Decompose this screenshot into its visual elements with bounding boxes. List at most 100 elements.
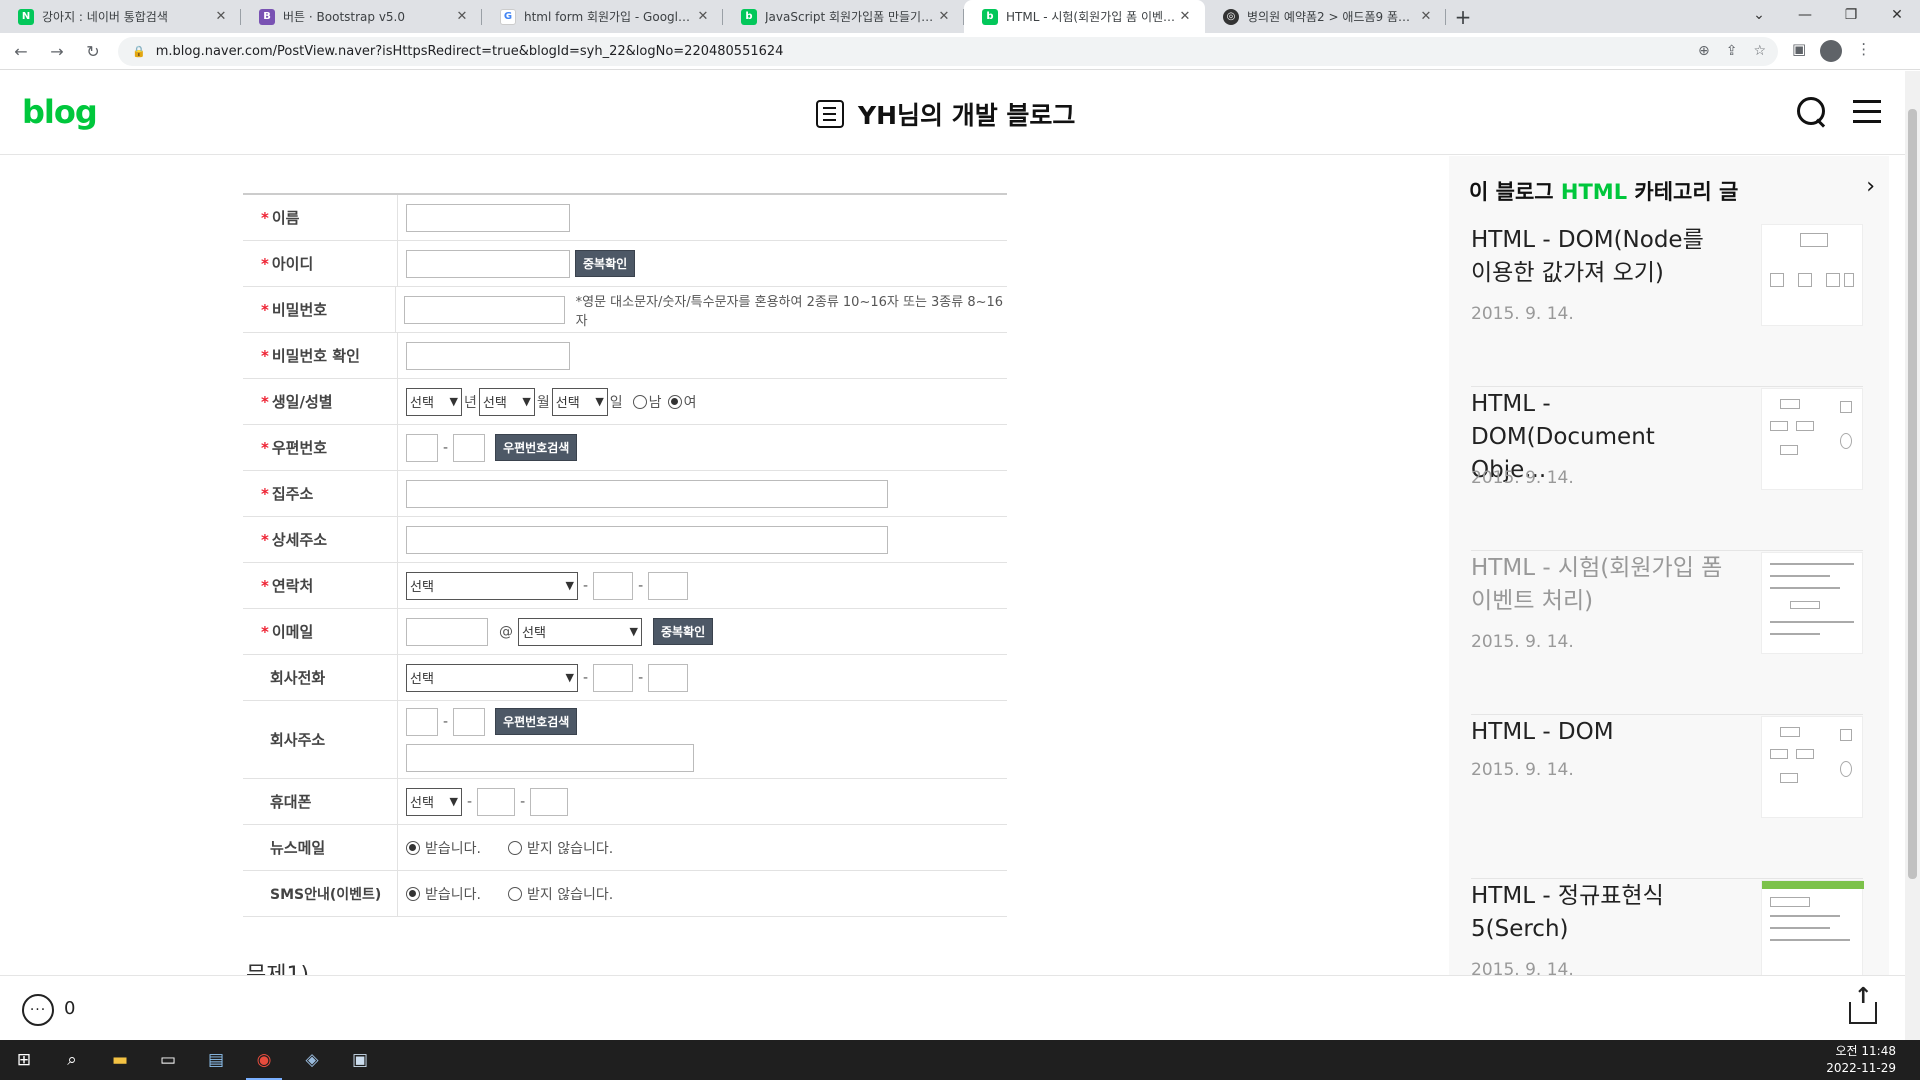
share-page-icon[interactable]: ⇪ [1726,43,1738,59]
url-text[interactable]: m.blog.naver.com/PostView.naver?isHttpsR… [156,44,784,59]
sidebar-post-item[interactable]: HTML - DOM(Document Obje... 2015. 9. 14. [1471,388,1863,551]
company-phone-last-input[interactable] [648,663,689,692]
company-phone-prefix-select[interactable]: 선택 ▼ [406,663,578,692]
close-tab-icon[interactable]: ✕ [213,9,229,24]
address-input[interactable] [406,479,888,508]
post-title[interactable]: HTML - 정규표현식 5(Serch) [1471,880,1731,946]
post-thumbnail[interactable] [1761,224,1863,326]
minimize-button[interactable]: — [1782,0,1828,30]
post-thumbnail[interactable] [1761,552,1863,654]
select-value: 선택 [555,396,580,411]
birth-day-select[interactable]: 선택 ▼ [551,387,608,416]
post-title[interactable]: HTML - DOM(Node를 이용한 값가져 오기) [1471,224,1731,290]
tab-search-icon[interactable]: ⌄ [1736,0,1782,30]
close-tab-icon[interactable]: ✕ [454,9,470,24]
sms-yes-radio[interactable] [406,886,420,901]
close-window-button[interactable]: ✕ [1874,0,1920,30]
gender-female-radio[interactable] [667,394,682,409]
comment-icon[interactable]: ··· [22,994,54,1026]
browser-tab[interactable]: b JavaScript 회원가입폼 만들기 실습 ✕ [723,0,964,33]
post-title[interactable]: HTML - DOM [1471,716,1731,749]
windows-start-icon[interactable]: ⊞ [0,1040,48,1080]
share-icon[interactable] [1847,984,1877,1024]
browser-tab-active[interactable]: b HTML - 시험(회원가입 폼 이벤트 처리)✕ [964,0,1205,33]
birth-year-select[interactable]: 선택 ▼ [406,387,462,416]
lock-icon[interactable]: 🔒 [132,45,146,58]
sms-no-radio[interactable] [507,886,522,901]
close-tab-icon[interactable]: ✕ [936,9,952,24]
sidebar-heading[interactable]: 이 블로그 HTML 카테고리 글 [1469,176,1738,206]
newsletter-yes-radio[interactable] [406,840,420,855]
close-tab-icon[interactable]: ✕ [1418,9,1434,24]
sidebar-post-item[interactable]: HTML - DOM(Node를 이용한 값가져 오기) 2015. 9. 14… [1471,224,1863,387]
close-tab-icon[interactable]: ✕ [1177,9,1193,24]
forward-icon[interactable]: → [42,42,72,61]
address-detail-input[interactable] [406,525,888,554]
browser-tab[interactable]: B 버튼 · Bootstrap v5.0 ✕ [241,0,482,33]
name-input[interactable] [406,203,570,232]
contact-prefix-select[interactable]: 선택 ▼ [406,571,578,600]
company-zip-input-1[interactable] [406,707,438,736]
contact-mid-input[interactable] [593,571,634,600]
mobile-last-input[interactable] [530,787,569,816]
app-icon[interactable]: ◈ [288,1040,336,1080]
browser-tab[interactable]: N 강아지 : 네이버 통합검색 ✕ [0,0,241,33]
zip-input-2[interactable] [453,433,486,462]
company-address-input[interactable] [406,743,694,772]
post-thumbnail[interactable] [1761,716,1863,818]
password-input[interactable] [403,295,565,324]
close-tab-icon[interactable]: ✕ [695,9,711,24]
email-dup-check-button[interactable]: 중복확인 [653,618,714,645]
terminal-icon[interactable]: ▭ [144,1040,192,1080]
more-menu-icon[interactable]: ⋮ [1856,40,1871,62]
password-confirm-input[interactable] [406,341,570,370]
id-dup-check-button[interactable]: 중복확인 [575,250,636,277]
birth-month-select[interactable]: 선택 ▼ [478,387,535,416]
windows-taskbar: ⊞ ⌕ ▬ ▭ ▤ ◉ ◈ ▣ 오전 11:48 2022-11-29 [0,1040,1920,1080]
system-clock[interactable]: 오전 11:48 2022-11-29 [1826,1043,1920,1077]
profile-avatar[interactable] [1820,40,1843,62]
search-icon[interactable] [1795,95,1827,127]
browser-tab[interactable]: ◎ 병의원 예약폼2 > 애드폼9 폼서비스 ✕ [1205,0,1446,33]
select-value: 선택 [410,796,434,811]
back-icon[interactable]: ← [6,42,36,61]
email-id-input[interactable] [406,617,488,646]
chrome-icon[interactable]: ◉ [240,1040,288,1080]
contact-last-input[interactable] [648,571,689,600]
zip-search-button[interactable]: 우편번호검색 [495,434,578,461]
zip-input-1[interactable] [406,433,438,462]
app-icon[interactable]: ▣ [336,1040,384,1080]
company-zip-input-2[interactable] [453,707,486,736]
blog-logo[interactable]: blog [22,93,98,131]
email-domain-select[interactable]: 선택 ▼ [518,617,642,646]
company-phone-mid-input[interactable] [593,663,634,692]
notepad-icon[interactable]: ▤ [192,1040,240,1080]
side-panel-icon[interactable]: ▣ [1792,40,1806,62]
reload-icon[interactable]: ↻ [78,42,108,61]
id-input[interactable] [406,249,570,278]
hamburger-menu-icon[interactable] [1853,95,1883,125]
browser-tab[interactable]: Ghtml form 회원가입 - Google 검색 ✕ [482,0,723,33]
page-scrollbar[interactable] [1905,71,1920,1041]
post-thumbnail[interactable] [1761,388,1863,490]
scrollbar-thumb[interactable] [1908,109,1917,879]
sidebar-post-item[interactable]: HTML - DOM 2015. 9. 14. [1471,716,1863,879]
zoom-icon[interactable]: ⊕ [1698,43,1710,59]
mobile-mid-input[interactable] [477,787,516,816]
url-bar[interactable]: 🔒 m.blog.naver.com/PostView.naver?isHttp… [118,36,1778,66]
gender-male-radio[interactable] [632,394,647,409]
newsletter-no-radio[interactable] [507,840,522,855]
post-thumbnail[interactable] [1761,880,1864,982]
chevron-right-icon[interactable]: › [1866,174,1875,199]
bookmark-star-icon[interactable]: ☆ [1753,43,1766,59]
restore-button[interactable]: ❐ [1828,0,1874,30]
search-icon[interactable]: ⌕ [48,1040,96,1080]
company-zip-search-button[interactable]: 우편번호검색 [495,708,578,735]
mobile-prefix-select[interactable]: 선택 ▼ [406,787,462,816]
comment-count[interactable]: 0 [64,998,75,1019]
sidebar-post-item-current[interactable]: HTML - 시험(회원가입 폼 이벤트 처리) 2015. 9. 14. [1471,552,1863,715]
new-tab-button[interactable]: + [1446,0,1480,33]
post-title[interactable]: HTML - 시험(회원가입 폼 이벤트 처리) [1471,552,1731,618]
blog-title[interactable]: YH님의 개발 블로그 [816,96,1075,132]
file-explorer-icon[interactable]: ▬ [96,1040,144,1080]
